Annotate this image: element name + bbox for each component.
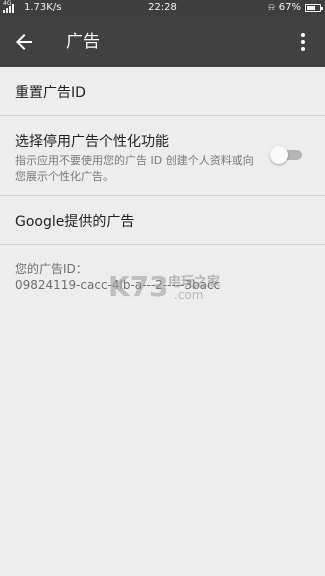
reset-ad-id-item[interactable]: 重置广告ID [0,67,325,116]
arrow-back-icon[interactable] [12,30,36,54]
k73-logo: K73 [108,270,166,302]
reset-ad-id-label: 重置广告ID [15,85,86,101]
status-bar: 4G 1.73K/s 22:28 ⍾ 67% [0,0,325,17]
watermark-url: .com [174,288,204,302]
more-vert-icon[interactable] [291,30,315,54]
opt-out-description: 指示应用不要使用您的广告 ID 创建个人资料或向您展示个性化广告。 [15,154,254,183]
svg-text:K73: K73 [108,270,166,302]
bell-muted-icon: ⍾ [268,1,275,13]
page-title: 广告 [66,32,100,52]
opt-out-toggle[interactable] [270,146,302,164]
google-ads-label: Google提供的广告 [15,214,135,230]
opt-out-label: 选择停用广告个性化功能 [15,134,169,150]
battery-percent: 67% [278,2,301,13]
app-toolbar: 广告 [0,17,325,67]
google-ads-item[interactable]: Google提供的广告 [0,196,325,245]
battery-icon [305,3,323,12]
toggle-thumb [270,146,288,164]
site-watermark: K73 电玩之家 .com [108,264,258,308]
status-right: ⍾ 67% [268,1,323,13]
